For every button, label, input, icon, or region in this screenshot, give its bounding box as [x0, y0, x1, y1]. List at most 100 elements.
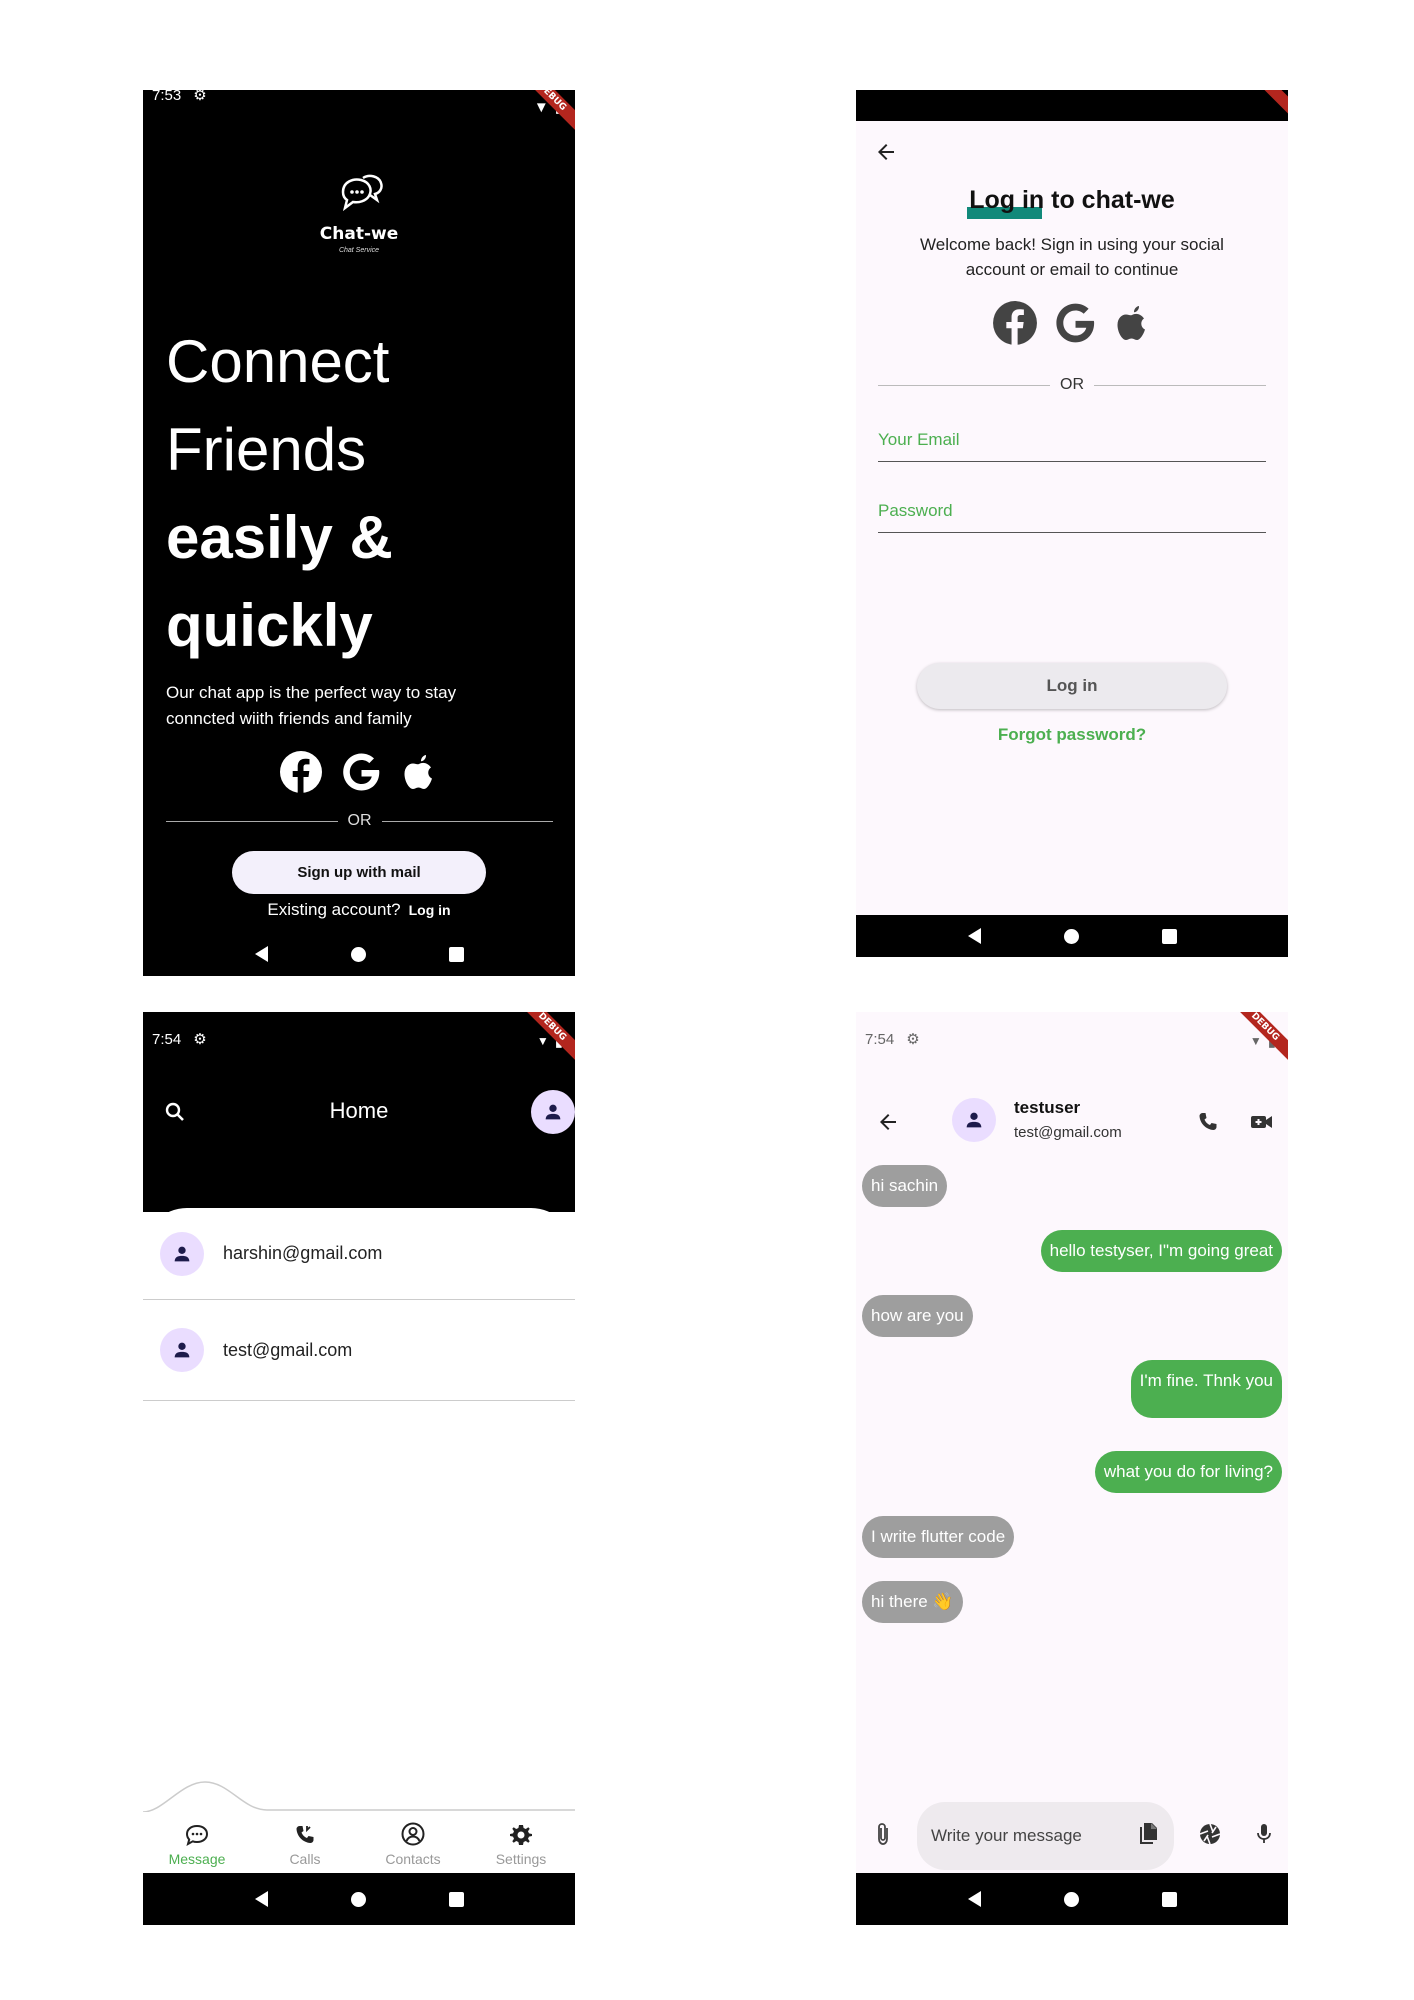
tab-calls[interactable]: Calls	[251, 1809, 359, 1873]
profile-avatar-button[interactable]	[531, 1090, 575, 1134]
google-icon[interactable]	[1052, 300, 1098, 346]
tab-label: Contacts	[385, 1851, 441, 1867]
message-bubble-incoming: hi sachin	[862, 1165, 948, 1207]
gear-icon: ⚙	[193, 90, 207, 104]
bottom-nav: Message Calls Contacts Settings	[143, 1809, 575, 1873]
tab-label: Calls	[289, 1851, 321, 1867]
document-icon[interactable]	[1136, 1821, 1160, 1847]
divider-label: OR	[1060, 376, 1084, 393]
chat-bubbles-icon	[341, 174, 383, 212]
chat-username: testuser	[1014, 1098, 1081, 1117]
message-composer: Write your message	[856, 1797, 1288, 1873]
nav-recents-icon[interactable]	[448, 1891, 464, 1907]
social-login-row	[143, 750, 575, 794]
nav-back-icon[interactable]	[254, 1891, 268, 1907]
video-call-icon[interactable]	[1249, 1110, 1275, 1134]
system-nav-bar	[143, 932, 575, 976]
chat-user-email: test@gmail.com	[1014, 1124, 1122, 1141]
password-field-label: Password	[878, 501, 953, 520]
status-time: 7:53	[152, 90, 182, 104]
status-time: 7:54	[865, 1030, 895, 1048]
bottom-nav-curve	[143, 1781, 575, 1812]
avatar[interactable]	[952, 1098, 996, 1142]
tab-label: Settings	[495, 1851, 547, 1867]
chat-header: testuser test@gmail.com	[856, 1080, 1288, 1160]
apple-icon[interactable]	[399, 750, 439, 794]
contact-row[interactable]: test@gmail.com	[143, 1300, 575, 1401]
email-field[interactable]: Your Email	[878, 422, 1266, 462]
or-divider: OR	[878, 376, 1266, 394]
person-icon	[174, 1246, 190, 1261]
back-arrow-icon[interactable]	[874, 140, 898, 164]
nav-home-icon[interactable]	[350, 946, 366, 962]
chat-screen: 7:54 ⚙ ▼ ▮ DEBUG testuser test@gmail.com…	[856, 1012, 1288, 1925]
person-icon	[174, 1342, 190, 1358]
status-bar: 7:54 ⚙ ▼ ▮	[143, 1012, 575, 1066]
wifi-icon: ▼	[536, 1034, 549, 1048]
avatar	[160, 1231, 204, 1276]
existing-account-text: Existing account?	[267, 900, 401, 919]
phone-icon[interactable]	[1196, 1110, 1220, 1134]
nav-home-icon[interactable]	[350, 1891, 366, 1907]
attachment-icon[interactable]	[872, 1821, 894, 1847]
message-bubble-outgoing: what you do for living?	[1094, 1451, 1282, 1493]
tab-label: Message	[168, 1851, 226, 1867]
settings-icon	[510, 1825, 532, 1845]
login-screen: Log in to chat-we Welcome back! Sign in …	[856, 90, 1288, 957]
brand-subtitle: Chat Service	[338, 247, 380, 254]
signup-with-mail-button[interactable]: Sign up with mail	[232, 851, 486, 894]
home-header: 7:54 ⚙ ▼ ▮ DEBUG Home	[143, 1012, 575, 1212]
nav-recents-icon[interactable]	[448, 946, 464, 962]
forgot-password-link[interactable]: Forgot password?	[856, 725, 1288, 745]
nav-back-icon[interactable]	[967, 928, 981, 944]
apple-icon[interactable]	[1112, 300, 1152, 346]
login-link[interactable]: Log in	[409, 902, 451, 918]
login-button[interactable]: Log in	[917, 663, 1227, 709]
microphone-icon[interactable]	[1253, 1821, 1275, 1847]
message-icon	[185, 1824, 209, 1847]
back-arrow-icon[interactable]	[876, 1110, 900, 1134]
nav-back-icon[interactable]	[967, 1891, 981, 1907]
google-icon[interactable]	[339, 750, 383, 794]
gear-icon: ⚙	[906, 1031, 920, 1048]
nav-back-icon[interactable]	[254, 946, 268, 962]
social-login-row	[856, 300, 1288, 346]
tab-contacts[interactable]: Contacts	[359, 1809, 467, 1873]
tagline: Our chat app is the perfect way to stay …	[166, 683, 457, 728]
status-bar: 7:53 ⚙ ▼ ▮	[143, 90, 575, 122]
tab-settings[interactable]: Settings	[467, 1809, 575, 1873]
divider-line	[381, 820, 553, 822]
status-bar: 7:54 ⚙ ▼ ▮	[856, 1012, 1288, 1066]
brand-name: Chat-we	[319, 224, 399, 244]
status-time: 7:54	[152, 1030, 182, 1048]
login-subtitle: Welcome back! Sign in using your social …	[920, 235, 1224, 279]
message-bubble-incoming: I write flutter code	[862, 1516, 1015, 1558]
contact-email: harshin@gmail.com	[223, 1243, 383, 1263]
divider-line	[166, 820, 338, 822]
gear-icon: ⚙	[193, 1031, 207, 1048]
or-divider: OR	[166, 812, 553, 830]
password-field[interactable]: Password	[878, 493, 1266, 533]
app-logo: Chat-we Chat Service	[143, 172, 575, 254]
system-nav-bar	[143, 1873, 575, 1925]
tab-message[interactable]: Message	[143, 1809, 251, 1873]
contacts-icon	[401, 1822, 425, 1846]
message-bubble-incoming: hi there 👋	[862, 1581, 963, 1623]
facebook-icon[interactable]	[279, 750, 323, 794]
login-title: Log in to chat-we	[969, 186, 1175, 214]
contact-email: test@gmail.com	[223, 1339, 353, 1360]
facebook-icon[interactable]	[992, 300, 1038, 346]
nav-home-icon[interactable]	[1063, 1891, 1079, 1907]
hero-line: quickly	[166, 592, 373, 659]
message-bubble-outgoing: I'm fine. Thnk you	[1130, 1360, 1282, 1418]
wifi-icon: ▼	[1249, 1034, 1262, 1048]
nav-recents-icon[interactable]	[1161, 928, 1177, 944]
hero-line: Friends	[166, 416, 367, 483]
nav-home-icon[interactable]	[1063, 928, 1079, 944]
nav-recents-icon[interactable]	[1161, 1891, 1177, 1907]
divider-line	[1094, 384, 1266, 386]
camera-icon[interactable]	[1197, 1821, 1223, 1847]
message-bubble-outgoing: hello testyser, I"m going great	[1040, 1230, 1282, 1272]
message-bubble-incoming: how are you	[862, 1295, 973, 1337]
contact-row[interactable]: harshin@gmail.com	[143, 1208, 575, 1300]
